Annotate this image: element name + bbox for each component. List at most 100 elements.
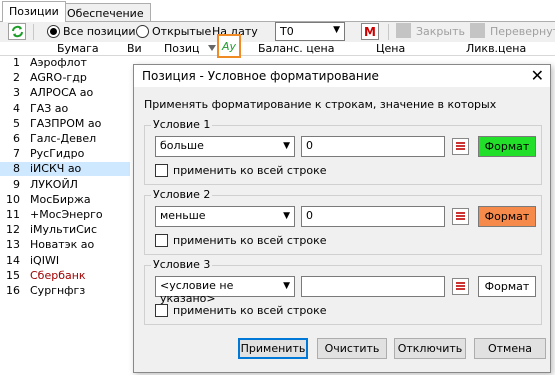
condition-operator-select[interactable]: меньше ▼ bbox=[155, 206, 295, 227]
dialog-titlebar: Позиция - Условное форматирование bbox=[134, 65, 550, 87]
apply-row-label: применить ко всей строке bbox=[173, 164, 327, 177]
date-select-value: T0 bbox=[280, 25, 294, 38]
row-number: 13 bbox=[6, 238, 20, 252]
color-picker-icon[interactable] bbox=[452, 208, 469, 225]
grid-header: Бумага Ви Позиц Ay Баланс. цена Цена Лик… bbox=[0, 34, 555, 58]
clear-button[interactable]: Очистить bbox=[317, 338, 387, 359]
conditional-format-icon: Ay bbox=[221, 39, 237, 53]
disable-button[interactable]: Отключить bbox=[394, 338, 466, 359]
apply-row-label: применить ко всей строке bbox=[173, 234, 327, 247]
row-number: 11 bbox=[6, 208, 20, 221]
row-number: 10 bbox=[6, 192, 20, 206]
row-number: 1 bbox=[13, 56, 20, 69]
tab-bar: Позиции Обеспечение bbox=[0, 0, 555, 22]
chevron-down-icon: ▼ bbox=[283, 141, 290, 151]
dialog-intro: Применять форматирование к строкам, знач… bbox=[144, 98, 497, 111]
table-row[interactable]: 6 Галс-Девел bbox=[0, 132, 130, 146]
row-number: 5 bbox=[13, 116, 20, 130]
table-row[interactable]: 12 iМультиСис bbox=[0, 223, 130, 237]
security-name: iQIWI bbox=[30, 253, 60, 267]
apply-row-checkbox[interactable] bbox=[155, 234, 168, 247]
close-icon[interactable]: ✕ bbox=[531, 66, 544, 85]
row-number: 15 bbox=[6, 268, 20, 282]
table-row[interactable]: 3 АЛРОСА ао bbox=[0, 86, 130, 100]
color-picker-icon[interactable] bbox=[452, 138, 469, 155]
condition-value: 0 bbox=[306, 139, 313, 152]
date-select[interactable]: T0 ▼ bbox=[275, 22, 345, 41]
apply-row-checkbox[interactable] bbox=[155, 164, 168, 177]
tab-collateral[interactable]: Обеспечение bbox=[60, 3, 151, 22]
condition-operator-select[interactable]: <условие не указано> ▼ bbox=[155, 276, 295, 305]
radio-open-label: Открытые bbox=[152, 25, 212, 38]
condition-value: 0 bbox=[306, 209, 313, 222]
format-button[interactable]: Формат bbox=[478, 206, 536, 227]
color-picker-icon[interactable] bbox=[452, 278, 469, 295]
table-row[interactable]: 11 +МосЭнерго bbox=[0, 208, 130, 222]
row-number: 7 bbox=[13, 147, 20, 161]
condition-value-input[interactable] bbox=[301, 276, 445, 297]
chevron-down-icon: ▼ bbox=[283, 281, 290, 291]
table-row[interactable]: 4 ГАЗ ао bbox=[0, 102, 130, 116]
security-name: iИСКЧ ао bbox=[30, 162, 82, 176]
table-row[interactable]: 7 РусГидро bbox=[0, 147, 130, 161]
condition-value-input[interactable]: 0 bbox=[301, 206, 445, 227]
table-row[interactable]: 5 ГАЗПРОМ ао bbox=[0, 117, 130, 131]
col-position[interactable]: Позиц bbox=[164, 42, 200, 56]
cancel-button[interactable]: Отмена bbox=[474, 338, 546, 359]
table-row[interactable]: 1 Аэрофлот bbox=[0, 56, 130, 70]
toolbar-separator bbox=[388, 24, 389, 40]
toolbar: Все позиции Открытые На дату T0 ▼ M Закр… bbox=[0, 22, 555, 42]
apply-button[interactable]: Применить bbox=[238, 338, 308, 359]
radio-all-label: Все позиции bbox=[63, 25, 136, 38]
security-name: Аэрофлот bbox=[30, 56, 87, 69]
table-row[interactable]: 15 Сбербанк bbox=[0, 269, 130, 283]
m-button[interactable]: M bbox=[361, 23, 379, 40]
security-name: AGRO-гдр bbox=[30, 71, 87, 85]
close-position-button[interactable]: Закрыть bbox=[416, 25, 465, 38]
condition-group: Условие 3 <условие не указано> ▼ Формат прим… bbox=[144, 258, 542, 325]
col-price[interactable]: Цена bbox=[376, 42, 405, 56]
condition-operator-select[interactable]: больше ▼ bbox=[155, 136, 295, 157]
flip-position-button[interactable]: Перевернуть bbox=[490, 25, 555, 38]
row-number: 14 bbox=[6, 253, 20, 267]
table-row[interactable]: 2 AGRO-гдр bbox=[0, 71, 130, 85]
format-button[interactable]: Формат bbox=[478, 136, 536, 157]
conditional-format-button[interactable]: Ay bbox=[217, 34, 241, 58]
security-name: Сбербанк bbox=[30, 268, 86, 282]
row-number: 12 bbox=[6, 223, 20, 237]
col-type[interactable]: Ви bbox=[127, 42, 142, 56]
condition-group: Условие 1 больше ▼ 0 Формат применить ко всей… bbox=[144, 118, 542, 185]
table-row[interactable]: 9 ЛУКОЙЛ bbox=[0, 178, 130, 192]
security-name: ГАЗ ао bbox=[30, 101, 69, 115]
condition-value-input[interactable]: 0 bbox=[301, 136, 445, 157]
chevron-down-icon: ▼ bbox=[333, 25, 340, 35]
condition-operator-value: меньше bbox=[160, 209, 206, 222]
col-security[interactable]: Бумага bbox=[57, 42, 99, 56]
security-name: МосБиржа bbox=[30, 192, 91, 206]
toolbar-separator bbox=[33, 24, 34, 40]
table-row[interactable]: 16 Сургнфгз bbox=[0, 284, 130, 298]
security-name: ЛУКОЙЛ bbox=[30, 177, 78, 191]
refresh-button[interactable] bbox=[8, 23, 26, 40]
table-row[interactable]: 14 iQIWI bbox=[0, 254, 130, 268]
row-number: 8 bbox=[13, 162, 20, 176]
dialog-title: Позиция - Условное форматирование bbox=[142, 69, 379, 83]
condition-label: Условие 2 bbox=[151, 188, 213, 201]
format-button[interactable]: Формат bbox=[478, 276, 536, 297]
col-balance-price[interactable]: Баланс. цена bbox=[258, 42, 334, 56]
security-name: Сургнфгз bbox=[30, 284, 86, 297]
row-number: 4 bbox=[13, 101, 20, 115]
refresh-icon bbox=[11, 25, 23, 38]
radio-open-positions[interactable] bbox=[136, 25, 149, 41]
apply-row-label: применить ко всей строке bbox=[173, 304, 327, 317]
table-row[interactable]: 13 Новатэк ао bbox=[0, 238, 130, 252]
table-row[interactable]: 10 МосБиржа bbox=[0, 193, 130, 207]
apply-row-checkbox[interactable] bbox=[155, 304, 168, 317]
tab-positions[interactable]: Позиции bbox=[2, 1, 66, 22]
flip-position-icon bbox=[470, 23, 485, 38]
security-name: iМультиСис bbox=[30, 223, 98, 237]
col-liquidation-price[interactable]: Ликв.цена bbox=[466, 42, 526, 56]
security-name: Галс-Девел bbox=[30, 132, 97, 145]
table-row[interactable]: 8 iИСКЧ ао bbox=[0, 162, 130, 177]
radio-all-positions[interactable] bbox=[47, 25, 60, 41]
